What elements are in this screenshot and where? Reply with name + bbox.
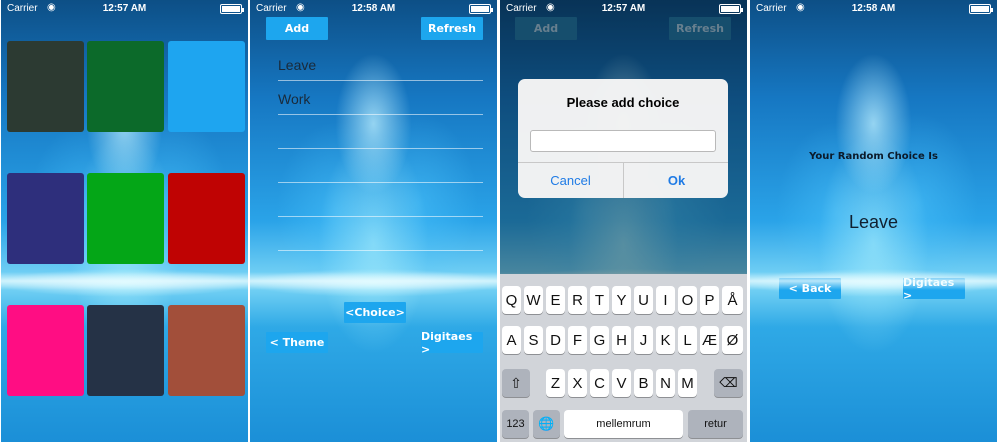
key[interactable]: Ø — [722, 326, 743, 354]
key[interactable]: H — [612, 326, 631, 354]
clock: 12:57 AM — [102, 3, 147, 14]
screen-theme-picker: Carrier ◉ 12:57 AM — [1, 0, 248, 442]
key[interactable]: Æ — [700, 326, 719, 354]
list-item[interactable]: Work — [278, 91, 310, 107]
battery-icon — [719, 4, 743, 14]
row-divider — [278, 250, 483, 251]
key[interactable]: M — [678, 369, 697, 397]
clock: 12:58 AM — [851, 3, 896, 14]
backspace-icon: ⌫ — [719, 375, 738, 390]
status-bar: Carrier ◉ 12:57 AM — [500, 0, 747, 18]
status-bar: Carrier ◉ 12:57 AM — [1, 0, 248, 18]
row-divider — [278, 80, 483, 81]
add-choice-alert: Please add choice Cancel Ok — [518, 79, 728, 198]
space-key[interactable]: mellemrum — [564, 410, 683, 438]
key[interactable]: S — [524, 326, 543, 354]
screen-add-choice: Carrier ◉ 12:57 AM Add Refresh Please ad… — [500, 0, 747, 442]
result-value: Leave — [848, 212, 899, 232]
battery-icon — [969, 4, 993, 14]
choice-button[interactable]: <Choice> — [344, 302, 406, 323]
key[interactable]: T — [590, 286, 609, 314]
digitaes-button[interactable]: Digitaes > — [903, 276, 965, 302]
backspace-key[interactable]: ⌫ — [714, 369, 743, 397]
choice-input[interactable] — [530, 130, 716, 152]
screen-choice-list: Carrier ◉ 12:58 AM Add Refresh Leave Wor… — [250, 0, 497, 442]
color-swatch-bright-green[interactable] — [87, 173, 164, 264]
list-item[interactable]: Leave — [278, 57, 316, 73]
alert-title: Please add choice — [566, 95, 680, 110]
key[interactable]: B — [634, 369, 653, 397]
color-swatch-pink[interactable] — [7, 305, 84, 396]
row-divider — [278, 148, 483, 149]
color-swatch-green[interactable] — [87, 41, 164, 132]
battery-icon — [469, 4, 493, 14]
key[interactable]: L — [678, 326, 697, 354]
color-swatch-sky-blue[interactable] — [168, 41, 245, 132]
color-swatch-brown[interactable] — [168, 305, 245, 396]
key[interactable]: I — [656, 286, 675, 314]
result-heading: Your Random Choice Is — [809, 151, 938, 162]
key[interactable]: R — [568, 286, 587, 314]
key[interactable]: X — [568, 369, 587, 397]
add-button[interactable]: Add — [266, 17, 328, 40]
key[interactable]: O — [678, 286, 697, 314]
clock: 12:58 AM — [351, 3, 396, 14]
shift-key[interactable]: ⇧ — [502, 369, 530, 397]
key[interactable]: A — [502, 326, 521, 354]
shift-icon: ⇧ — [510, 374, 522, 391]
key[interactable]: V — [612, 369, 631, 397]
key[interactable]: C — [590, 369, 609, 397]
key[interactable]: Z — [546, 369, 565, 397]
key[interactable]: Y — [612, 286, 631, 314]
digitaes-button[interactable]: Digitaes > — [421, 330, 483, 356]
key[interactable]: Å — [722, 286, 743, 314]
clock: 12:57 AM — [601, 3, 646, 14]
row-divider — [278, 114, 483, 115]
row-divider — [278, 216, 483, 217]
status-bar: Carrier ◉ 12:58 AM — [250, 0, 497, 18]
theme-button[interactable]: < Theme — [266, 332, 328, 353]
key[interactable]: K — [656, 326, 675, 354]
key[interactable]: D — [546, 326, 565, 354]
status-bar: Carrier ◉ 12:58 AM — [750, 0, 997, 18]
color-swatch-navy[interactable] — [87, 305, 164, 396]
key[interactable]: P — [700, 286, 719, 314]
key[interactable]: W — [524, 286, 543, 314]
refresh-button[interactable]: Refresh — [421, 17, 483, 40]
color-swatch-indigo[interactable] — [7, 173, 84, 264]
screen-random-result: Carrier ◉ 12:58 AM Your Random Choice Is… — [750, 0, 997, 442]
key[interactable]: G — [590, 326, 609, 354]
key[interactable]: N — [656, 369, 675, 397]
globe-icon: 🌐 — [538, 416, 555, 431]
cancel-button[interactable]: Cancel — [518, 163, 623, 198]
globe-key[interactable]: 🌐 — [533, 410, 560, 438]
key[interactable]: U — [634, 286, 653, 314]
return-key[interactable]: retur — [688, 410, 743, 438]
key[interactable]: E — [546, 286, 565, 314]
numbers-key[interactable]: 123 — [502, 410, 529, 438]
row-divider — [278, 182, 483, 183]
key[interactable]: F — [568, 326, 587, 354]
key[interactable]: Q — [502, 286, 521, 314]
ok-button[interactable]: Ok — [624, 163, 728, 198]
color-swatch-red[interactable] — [168, 173, 245, 264]
back-button[interactable]: < Back — [779, 278, 841, 299]
battery-icon — [220, 4, 244, 14]
color-swatch-dark-green[interactable] — [7, 41, 84, 132]
keyboard: Q W E R T Y U I O P Å A S D F G H J K L … — [500, 274, 747, 442]
key[interactable]: J — [634, 326, 653, 354]
